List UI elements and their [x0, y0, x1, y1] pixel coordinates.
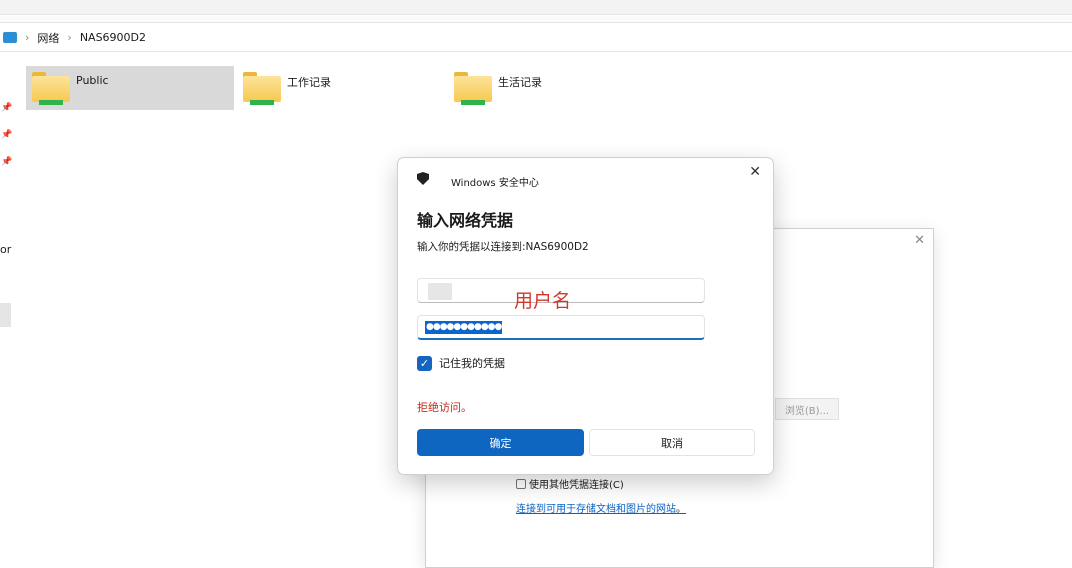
- pin-icon: 📌: [1, 103, 13, 113]
- title-bar: [0, 0, 1072, 15]
- folder-name: 工作记录: [287, 76, 331, 89]
- close-icon[interactable]: ✕: [749, 164, 761, 180]
- address-bar[interactable]: › 网络 › NAS6900D2: [0, 24, 1072, 52]
- sidebar-selected-item[interactable]: [0, 303, 11, 327]
- chevron-right-icon: ›: [67, 31, 72, 44]
- remember-credentials[interactable]: ✓ 记住我的凭据: [417, 355, 505, 371]
- chevron-right-icon: ›: [25, 31, 30, 44]
- ok-button[interactable]: 确定: [417, 429, 584, 456]
- other-credentials-label: 使用其他凭据连接(C): [529, 480, 624, 491]
- network-pc-icon: [3, 32, 17, 43]
- network-folder-icon: [454, 72, 492, 106]
- folder-name: 生活记录: [498, 76, 542, 89]
- dialog-subtitle: 输入你的凭据以连接到:NAS6900D2: [417, 241, 589, 253]
- link-suffix: 。: [676, 504, 686, 515]
- folder-work-records[interactable]: 工作记录: [237, 66, 437, 110]
- close-icon[interactable]: ✕: [914, 233, 925, 248]
- sidebar-item-partial[interactable]: or: [0, 243, 11, 256]
- password-input[interactable]: ●●●●●●●●●●●: [417, 315, 705, 340]
- dialog-heading: 输入网络凭据: [417, 211, 514, 230]
- cancel-button[interactable]: 取消: [589, 429, 755, 456]
- app-title: Windows 安全中心: [451, 178, 539, 189]
- pin-icon: 📌: [1, 157, 13, 167]
- remember-label: 记住我的凭据: [439, 357, 505, 370]
- breadcrumb-nas[interactable]: NAS6900D2: [80, 31, 146, 44]
- credentials-dialog: Windows 安全中心 ✕ 输入网络凭据 输入你的凭据以连接到:NAS6900…: [397, 157, 774, 475]
- folder-public[interactable]: Public: [26, 66, 234, 110]
- password-value: ●●●●●●●●●●●: [425, 321, 502, 334]
- browse-button[interactable]: 浏览(B)...: [775, 398, 839, 420]
- folder-name: Public: [76, 74, 109, 87]
- other-credentials-checkbox[interactable]: [516, 478, 526, 489]
- website-link-row: 连接到可用于存储文档和图片的网站。: [516, 500, 686, 515]
- pin-icon: 📌: [1, 130, 13, 140]
- username-annotation: 用户名: [514, 290, 572, 312]
- shield-icon: [417, 172, 429, 185]
- folder-life-records[interactable]: 生活记录: [448, 66, 648, 110]
- error-message: 拒绝访问。: [417, 401, 472, 414]
- network-folder-icon: [32, 72, 70, 106]
- redacted-username: [428, 283, 452, 300]
- checkbox-checked-icon[interactable]: ✓: [417, 355, 432, 371]
- toolbar: [0, 16, 1072, 23]
- breadcrumb-network[interactable]: 网络: [37, 30, 59, 46]
- other-credentials-option[interactable]: 使用其他凭据连接(C): [516, 476, 624, 491]
- network-folder-icon: [243, 72, 281, 106]
- website-link[interactable]: 连接到可用于存储文档和图片的网站: [516, 504, 676, 515]
